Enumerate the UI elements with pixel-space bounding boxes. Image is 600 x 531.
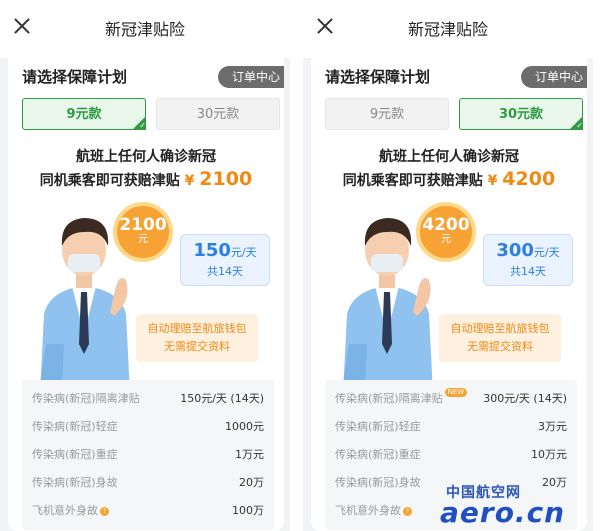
benefit-value: 100万 xyxy=(232,504,264,517)
benefit-label: 飞机意外身故 xyxy=(335,504,401,517)
currency-symbol: ¥ xyxy=(487,173,498,189)
subheadline: 同机乘客即可获赔津贴 ¥ 4200 xyxy=(311,168,587,190)
benefit-list: 传染病(新冠)隔离津贴 150元/天 (14天) 传染病(新冠)轻症 1000元… xyxy=(22,380,274,530)
plan-option-0[interactable]: 9元款 xyxy=(325,98,449,130)
subheadline-text: 同机乘客即可获赔津贴 xyxy=(342,173,483,189)
check-icon: ✓ xyxy=(132,116,146,130)
benefit-value: 20万 xyxy=(239,476,264,489)
subheadline: 同机乘客即可获赔津贴 ¥ 2100 xyxy=(8,168,284,190)
plan-card: 请选择保障计划 订单中心 9元款 30元款 ✓ 航班上任何人确诊新冠 同机乘客即… xyxy=(311,52,587,531)
coin-value: 2100 xyxy=(119,215,167,235)
top-bar: 新冠津贴险 xyxy=(303,0,593,58)
benefit-label: 传染病(新冠)重症 xyxy=(32,448,118,461)
payout-amount: 2100 xyxy=(199,168,253,190)
check-icon: ✓ xyxy=(569,116,583,130)
plan-option-1[interactable]: 30元款 ✓ xyxy=(459,98,583,130)
daily-rate-bubble: 150元/天 共14天 xyxy=(180,234,270,286)
plan-option-label: 9元款 xyxy=(66,107,102,122)
benefit-row: 传染病(新冠)轻症 3万元 xyxy=(335,416,567,438)
daily-rate-value: 150 xyxy=(193,240,231,261)
auto-claim-note: 自动理赔至航旅钱包 无需提交资料 xyxy=(439,314,561,362)
auto-claim-note: 自动理赔至航旅钱包 无需提交资料 xyxy=(136,314,258,362)
section-title: 请选择保障计划 xyxy=(22,68,128,86)
benefit-value: 1000元 xyxy=(225,420,264,433)
benefit-row: 传染病(新冠)重症 1万元 xyxy=(32,444,264,466)
daily-rate-bubble: 300元/天 共14天 xyxy=(483,234,573,286)
benefit-label: 传染病(新冠)轻症 xyxy=(32,420,118,433)
benefit-label: 传染病(新冠)身故 xyxy=(335,476,421,489)
plan-option-label: 30元款 xyxy=(196,107,240,122)
daily-rate-unit: 元/天 xyxy=(230,246,257,259)
top-bar: 新冠津贴险 xyxy=(0,0,290,58)
auto-claim-line: 自动理赔至航旅钱包 xyxy=(450,322,550,335)
benefit-label: 传染病(新冠)轻症 xyxy=(335,420,421,433)
coin-unit: 元 xyxy=(441,234,451,245)
coin-value: 4200 xyxy=(422,215,470,235)
watermark-logo: 中国航空网 aero.cn xyxy=(436,478,600,531)
no-docs-line: 无需提交资料 xyxy=(164,340,230,353)
headline: 航班上任何人确诊新冠 xyxy=(76,149,216,165)
benefit-value: 150元/天 (14天) xyxy=(180,392,264,405)
benefit-row: 传染病(新冠)轻症 1000元 xyxy=(32,416,264,438)
coin-unit: 元 xyxy=(138,234,148,245)
headline: 航班上任何人确诊新冠 xyxy=(379,149,519,165)
insurance-screen-1: 新冠津贴险 请选择保障计划 订单中心 9元款 30元款 ✓ 航班上任何人确诊新冠… xyxy=(303,0,593,531)
plan-option-1[interactable]: 30元款 xyxy=(156,98,280,130)
benefit-value: 300元/天 (14天) xyxy=(483,392,567,405)
watermark-en: aero.cn xyxy=(440,496,566,529)
page-title: 新冠津贴险 xyxy=(407,20,488,39)
benefit-row: 传染病(新冠)重症 10万元 xyxy=(335,444,567,466)
benefit-value: 3万元 xyxy=(538,420,567,433)
benefit-label: 传染病(新冠)身故 xyxy=(32,476,118,489)
page-title: 新冠津贴险 xyxy=(104,20,185,39)
benefit-row: 传染病(新冠)身故 20万 xyxy=(32,472,264,494)
benefit-row: 传染病(新冠)隔离津贴 NEW 300元/天 (14天) xyxy=(335,388,567,410)
plan-option-label: 9元款 xyxy=(369,107,405,122)
no-docs-line: 无需提交资料 xyxy=(467,340,533,353)
plan-option-label: 30元款 xyxy=(498,107,544,122)
currency-symbol: ¥ xyxy=(184,173,195,189)
benefit-value: 1万元 xyxy=(235,448,264,461)
new-badge: NEW xyxy=(444,388,468,397)
plan-card: 请选择保障计划 订单中心 9元款 ✓ 30元款 航班上任何人确诊新冠 同机乘客即… xyxy=(8,52,284,531)
auto-claim-line: 自动理赔至航旅钱包 xyxy=(147,322,247,335)
benefit-label: 传染病(新冠)隔离津贴 xyxy=(335,392,443,405)
benefit-row: 传染病(新冠)隔离津贴 150元/天 (14天) xyxy=(32,388,264,410)
insurance-screen-0: 新冠津贴险 请选择保障计划 订单中心 9元款 ✓ 30元款 航班上任何人确诊新冠… xyxy=(0,0,290,531)
order-center-button[interactable]: 订单中心 xyxy=(520,66,587,88)
benefit-label: 传染病(新冠)重症 xyxy=(335,448,421,461)
benefit-row: 飞机意外身故? 100万 xyxy=(32,500,264,522)
daily-rate-value: 300 xyxy=(496,240,534,261)
payout-amount: 4200 xyxy=(502,168,556,190)
days-total: 共14天 xyxy=(207,265,243,278)
days-total: 共14天 xyxy=(510,265,546,278)
benefit-label: 飞机意外身故 xyxy=(32,504,98,517)
benefit-value: 10万元 xyxy=(531,448,567,461)
info-icon[interactable]: ? xyxy=(403,506,412,516)
plan-option-0[interactable]: 9元款 ✓ xyxy=(22,98,146,130)
subheadline-text: 同机乘客即可获赔津贴 xyxy=(39,173,180,189)
order-center-button[interactable]: 订单中心 xyxy=(217,66,284,88)
info-icon[interactable]: ? xyxy=(100,506,109,516)
payout-coin: 4200 元 xyxy=(416,202,476,262)
payout-coin: 2100 元 xyxy=(113,202,173,262)
daily-rate-unit: 元/天 xyxy=(533,246,560,259)
section-title: 请选择保障计划 xyxy=(325,68,431,86)
benefit-label: 传染病(新冠)隔离津贴 xyxy=(32,392,140,405)
